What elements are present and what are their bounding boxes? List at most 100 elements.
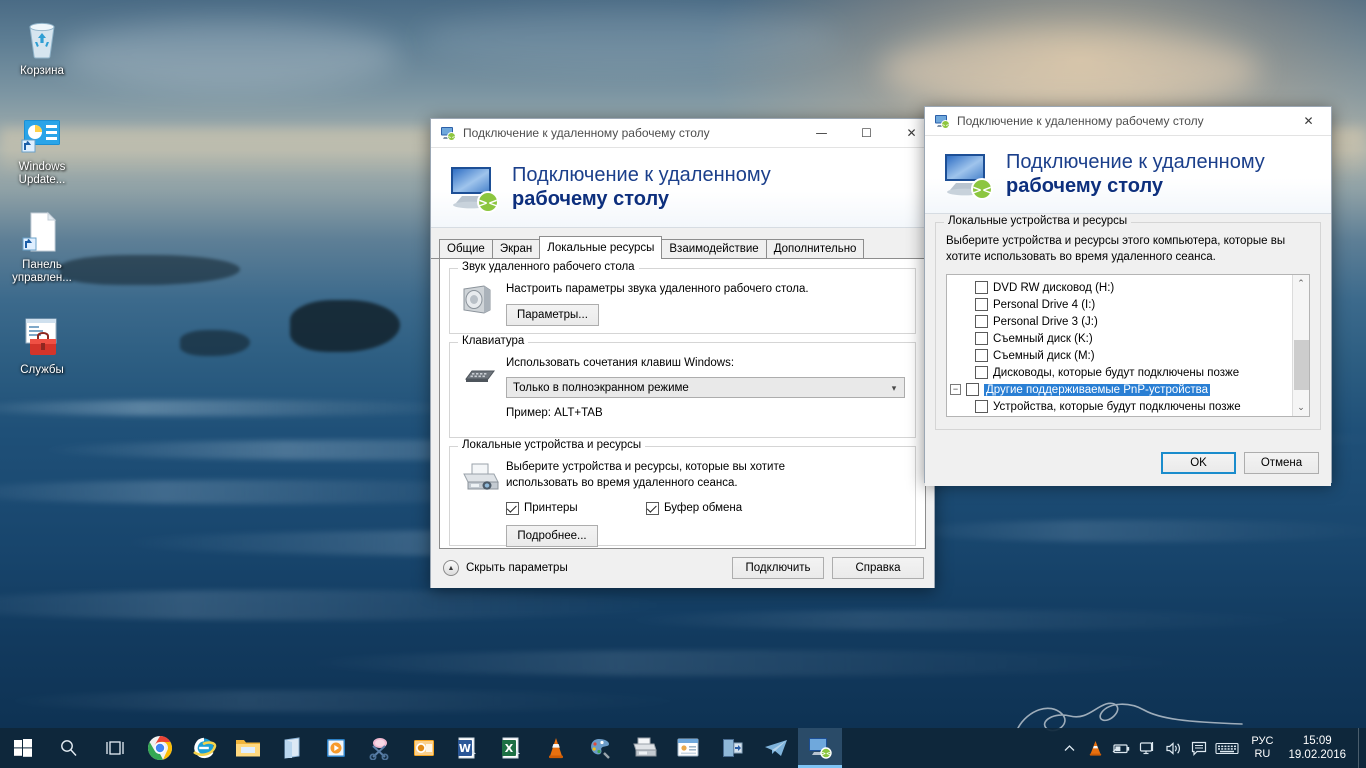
taskbar-app-media-player[interactable]: [314, 728, 358, 768]
system-tray[interactable]: РУС RU 15:09 19.02.2016: [1056, 728, 1366, 768]
windows-key-combo[interactable]: Только в полноэкранном режиме ▾: [506, 377, 905, 398]
dialog2-banner-line-1: Подключение к удаленному: [1006, 151, 1265, 173]
checkbox-printers-box[interactable]: [506, 501, 519, 515]
tabstrip[interactable]: Общие Экран Локальные ресурсы Взаимодейс…: [431, 236, 934, 259]
list-item[interactable]: DVD RW дисковод (H:): [947, 279, 1292, 296]
minimize-button[interactable]: —: [799, 119, 844, 148]
keyboard-icon: [460, 355, 506, 421]
help-button[interactable]: Справка: [832, 557, 924, 579]
hide-options-label[interactable]: Скрыть параметры: [466, 562, 568, 574]
desktop-icon-windows-update[interactable]: Windows Update...: [0, 110, 84, 187]
list-item[interactable]: Дисководы, которые будут подключены позж…: [947, 364, 1292, 381]
start-button[interactable]: [0, 728, 46, 768]
taskbar-app-notes[interactable]: [666, 728, 710, 768]
taskbar-app-word[interactable]: W: [446, 728, 490, 768]
desktop-icon-control-panel[interactable]: Панель управлен...: [0, 208, 84, 285]
search-button[interactable]: [46, 728, 92, 768]
connect-button[interactable]: Подключить: [732, 557, 824, 579]
taskbar[interactable]: W X >< РУС RU 15:09 19.02.2016: [0, 728, 1366, 768]
devices-list-scrollbar[interactable]: ⌃ ⌄: [1292, 275, 1309, 416]
task-view-button[interactable]: [92, 728, 138, 768]
svg-text:><: ><: [478, 196, 498, 210]
remote-desktop-icon: ><: [934, 113, 950, 129]
tab-general[interactable]: Общие: [439, 239, 493, 258]
show-hidden-icons-button[interactable]: [1056, 728, 1082, 768]
collapse-node-icon[interactable]: −: [950, 384, 961, 395]
list-item-checkbox[interactable]: [975, 349, 988, 362]
taskbar-app-excel[interactable]: X: [490, 728, 534, 768]
collapse-options-icon[interactable]: ▲: [443, 560, 459, 576]
list-item-checkbox[interactable]: [975, 366, 988, 379]
action-center-icon[interactable]: [1186, 728, 1212, 768]
battery-icon[interactable]: [1108, 728, 1134, 768]
main-window-title: Подключение к удаленному рабочему столу: [463, 126, 710, 140]
clock[interactable]: 15:09 19.02.2016: [1282, 728, 1358, 768]
taskbar-app-internet-explorer[interactable]: [182, 728, 226, 768]
cancel-button[interactable]: Отмена: [1244, 452, 1319, 474]
taskbar-app-chrome[interactable]: [138, 728, 182, 768]
scroll-up-icon[interactable]: ⌃: [1292, 275, 1309, 292]
more-devices-button[interactable]: Подробнее...: [506, 525, 598, 547]
list-item-checkbox[interactable]: [975, 298, 988, 311]
taskbar-app-store[interactable]: [270, 728, 314, 768]
scroll-down-icon[interactable]: ⌄: [1292, 399, 1309, 416]
devices-list[interactable]: DVD RW дисковод (H:) Personal Drive 4 (I…: [947, 275, 1292, 416]
checkbox-clipboard[interactable]: Буфер обмена: [646, 500, 742, 516]
banner-line-1: Подключение к удаленному: [512, 164, 771, 186]
taskbar-app-computer[interactable]: [710, 728, 754, 768]
tab-advanced[interactable]: Дополнительно: [765, 239, 865, 258]
list-item[interactable]: Personal Drive 3 (J:): [947, 313, 1292, 330]
dialog2-banner-line-2: рабочему столу: [1006, 175, 1164, 197]
list-item-checkbox[interactable]: [975, 315, 988, 328]
taskbar-app-file-explorer[interactable]: [226, 728, 270, 768]
remote-audio-description: Настроить параметры звука удаленного раб…: [506, 283, 809, 295]
dialog2-close-button[interactable]: ✕: [1286, 107, 1331, 136]
remote-desktop-main-window[interactable]: >< Подключение к удаленному рабочему сто…: [430, 118, 935, 588]
windows-key-combo-value: Только в полноэкранном режиме: [513, 381, 689, 394]
services-icon: [18, 313, 66, 361]
taskbar-app-vlc[interactable]: [534, 728, 578, 768]
main-window-banner: >< Подключение к удаленному рабочему сто…: [431, 148, 934, 228]
desktop[interactable]: Корзина Windows Update... Панель управле…: [0, 0, 1366, 768]
desktop-icon-recycle-bin[interactable]: Корзина: [0, 14, 84, 78]
list-item[interactable]: Устройства, которые будут подключены поз…: [947, 398, 1292, 415]
list-item-checkbox[interactable]: [975, 281, 988, 294]
maximize-button[interactable]: ☐: [844, 119, 889, 148]
taskbar-app-snipping-tool[interactable]: [358, 728, 402, 768]
devices-listbox[interactable]: DVD RW дисковод (H:) Personal Drive 4 (I…: [946, 274, 1310, 417]
vlc-tray-icon[interactable]: [1082, 728, 1108, 768]
water-streak: [300, 650, 1200, 676]
recycle-bin-icon: [18, 14, 66, 62]
list-item-label: Дисководы, которые будут подключены позж…: [993, 366, 1240, 379]
desktop-icon-services[interactable]: Службы: [0, 313, 84, 377]
scrollbar-track[interactable]: [1293, 292, 1310, 399]
taskbar-app-printer[interactable]: [622, 728, 666, 768]
list-item-checkbox[interactable]: [975, 332, 988, 345]
taskbar-app-telegram[interactable]: [754, 728, 798, 768]
list-item[interactable]: Personal Drive 4 (I:): [947, 296, 1292, 313]
main-window-titlebar[interactable]: >< Подключение к удаленному рабочему сто…: [431, 119, 934, 148]
list-item-checkbox[interactable]: [966, 383, 979, 396]
checkbox-printers[interactable]: Принтеры: [506, 500, 646, 516]
taskbar-app-remote-desktop[interactable]: ><: [798, 728, 842, 768]
tab-local-resources[interactable]: Локальные ресурсы: [539, 236, 663, 259]
checkbox-clipboard-box[interactable]: [646, 501, 659, 515]
show-desktop-button[interactable]: [1358, 728, 1366, 768]
touch-keyboard-icon[interactable]: [1212, 728, 1242, 768]
local-devices-dialog[interactable]: >< Подключение к удаленному рабочему сто…: [924, 106, 1332, 486]
taskbar-app-outlook[interactable]: [402, 728, 446, 768]
audio-settings-button[interactable]: Параметры...: [506, 304, 599, 326]
volume-icon[interactable]: [1160, 728, 1186, 768]
language-indicator[interactable]: РУС RU: [1242, 728, 1282, 768]
list-item[interactable]: Съемный диск (K:): [947, 330, 1292, 347]
scrollbar-thumb[interactable]: [1293, 340, 1309, 390]
tab-display[interactable]: Экран: [491, 239, 541, 258]
network-icon[interactable]: [1134, 728, 1160, 768]
ok-button[interactable]: OK: [1161, 452, 1236, 474]
tab-experience[interactable]: Взаимодействие: [661, 239, 767, 258]
list-item-checkbox[interactable]: [975, 400, 988, 413]
list-item-selected[interactable]: − Другие поддерживаемые PnP-устройства: [947, 381, 1292, 398]
list-item[interactable]: Съемный диск (M:): [947, 347, 1292, 364]
dialog2-titlebar[interactable]: >< Подключение к удаленному рабочему сто…: [925, 107, 1331, 136]
taskbar-app-paint[interactable]: [578, 728, 622, 768]
